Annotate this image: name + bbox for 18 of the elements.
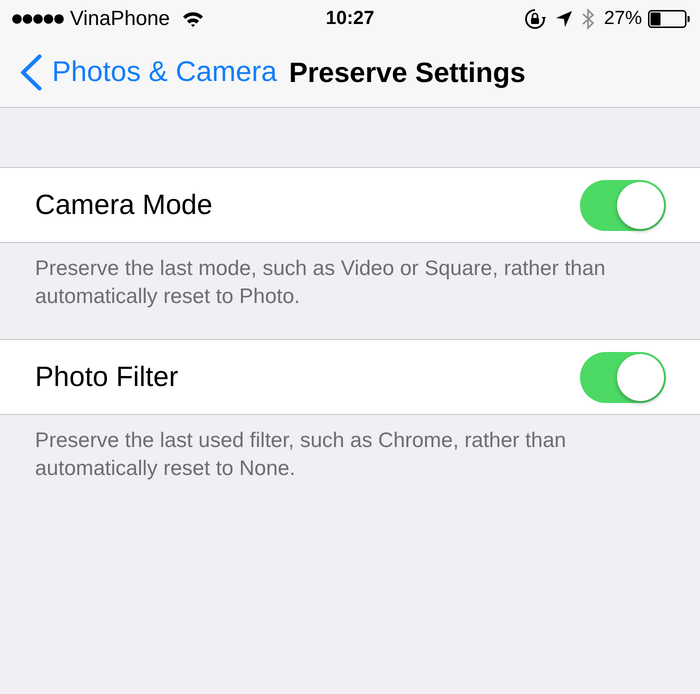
setting-description: Preserve the last used filter, such as Chrome, rather than automatically reset to None. xyxy=(35,429,566,480)
back-button[interactable]: Photos & Camera xyxy=(20,54,277,91)
chevron-left-icon xyxy=(20,54,42,91)
location-arrow-icon xyxy=(556,11,572,27)
toggle-switch[interactable] xyxy=(580,180,666,230)
bluetooth-icon xyxy=(582,8,594,30)
toggle-switch[interactable] xyxy=(580,352,666,402)
page-title: Preserve Settings xyxy=(288,56,526,88)
setting-description: Preserve the last mode, such as Video or Square, rather than automatically reset to Photo. xyxy=(35,257,606,308)
clock-time: 10:27 xyxy=(326,8,374,30)
wifi-icon xyxy=(182,11,204,27)
carrier-name: VinaPhone xyxy=(70,7,170,31)
rotation-lock-icon xyxy=(524,8,546,30)
signal-icon xyxy=(12,14,64,24)
battery-percentage: 27% xyxy=(604,8,642,30)
battery-icon xyxy=(648,10,690,28)
setting-label: Photo Filter xyxy=(35,361,180,393)
setting-label: Camera Mode xyxy=(35,189,214,221)
